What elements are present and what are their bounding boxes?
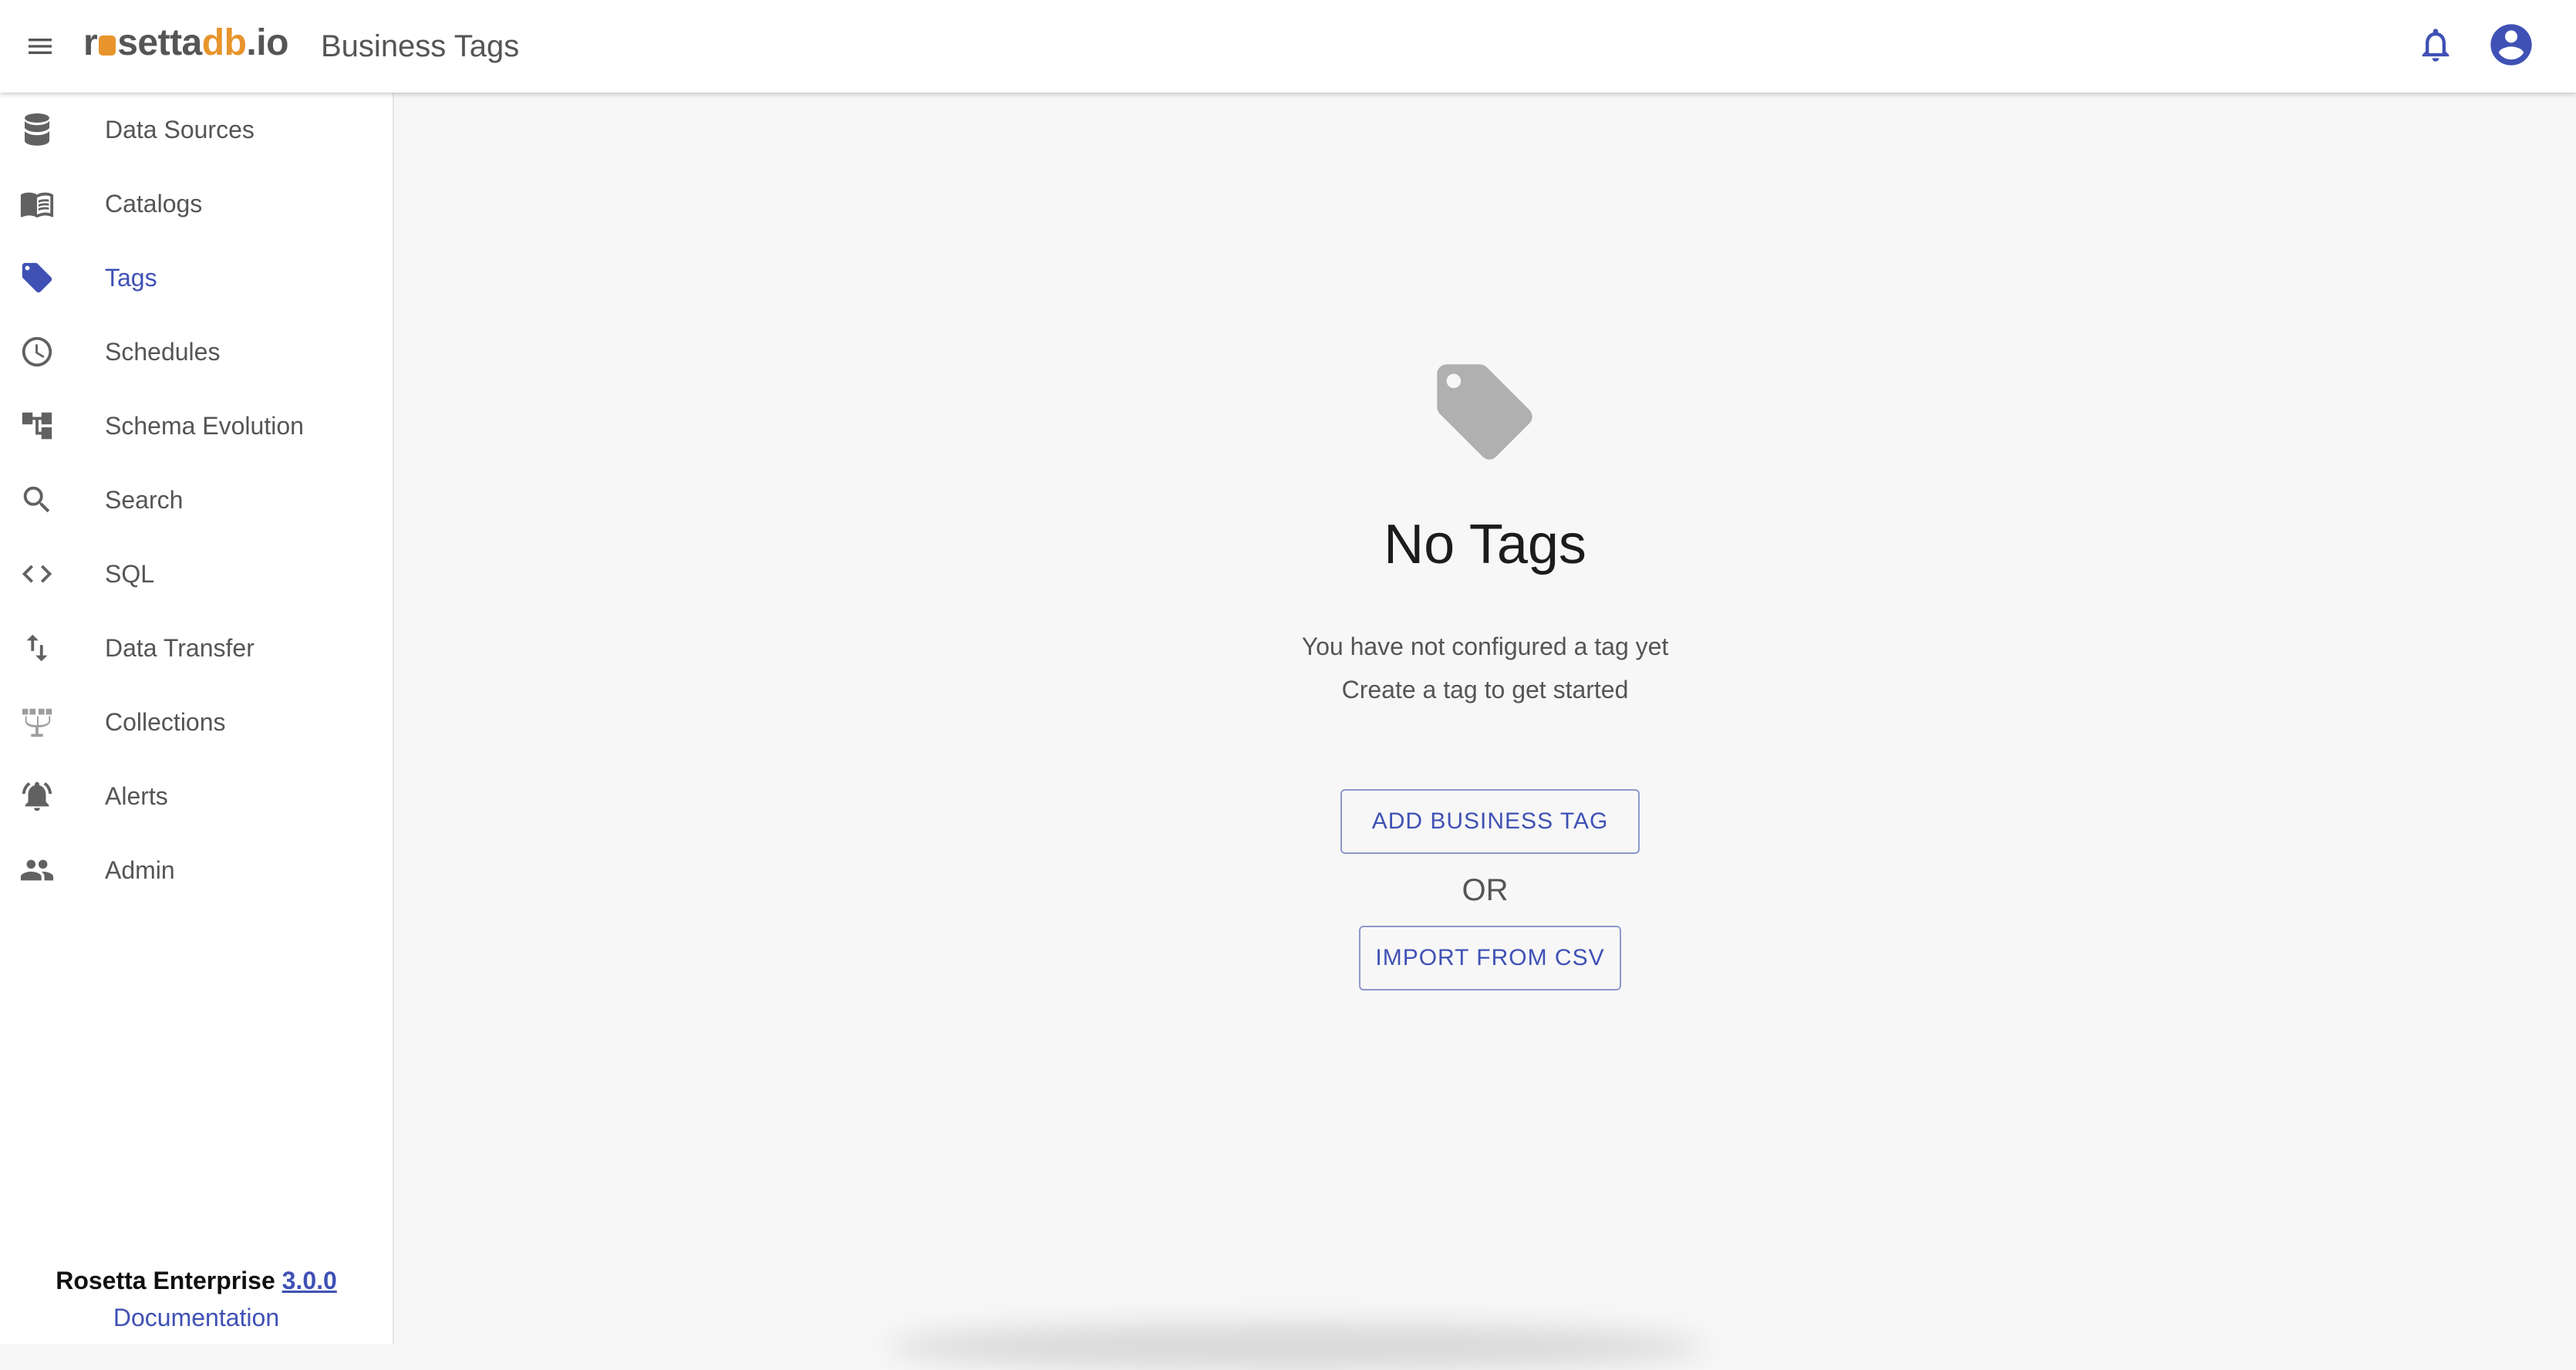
sidebar-item-label: SQL	[105, 560, 155, 588]
sidebar-item-schema-evolution[interactable]: Schema Evolution	[0, 389, 393, 463]
collections-icon	[19, 704, 56, 741]
documentation-link[interactable]: Documentation	[113, 1299, 279, 1336]
sidebar-item-data-sources[interactable]: Data Sources	[0, 93, 393, 167]
tag-icon	[19, 259, 56, 296]
sidebar-item-label: Search	[105, 486, 184, 514]
sidebar-item-collections[interactable]: Collections	[0, 685, 393, 759]
code-icon	[19, 555, 56, 592]
sidebar-item-label: Data Sources	[105, 116, 255, 143]
product-name: Rosetta Enterprise	[56, 1267, 275, 1294]
schema-tree-icon	[19, 407, 56, 444]
sidebar-item-label: Alerts	[105, 782, 168, 810]
empty-tag-icon	[1428, 355, 1542, 469]
main-content: No Tags You have not configured a tag ye…	[394, 93, 2576, 1370]
account-avatar-icon[interactable]	[2483, 17, 2539, 73]
sidebar-item-label: Tags	[105, 264, 157, 292]
people-icon	[19, 852, 56, 889]
add-business-tag-button[interactable]: ADD BUSINESS TAG	[1340, 789, 1640, 854]
top-app-bar: r settadb.io Business Tags	[0, 0, 2576, 93]
menu-icon[interactable]	[19, 25, 62, 68]
search-icon	[19, 481, 56, 518]
page-title: Business Tags	[321, 29, 520, 63]
sidebar-footer: Rosetta Enterprise 3.0.0 Documentation	[0, 1262, 393, 1336]
sidebar-item-label: Data Transfer	[105, 634, 255, 662]
bottom-shadow	[888, 1324, 1705, 1370]
import-from-csv-button[interactable]: IMPORT FROM CSV	[1359, 926, 1621, 990]
rosettadb-logo[interactable]: r settadb.io	[83, 20, 288, 66]
alert-bell-icon	[19, 778, 56, 815]
sidebar-item-label: Catalogs	[105, 190, 203, 218]
empty-state-hint: Create a tag to get started	[1341, 676, 1629, 704]
sidebar: Data Sources Catalogs Tags Schedules Sch…	[0, 93, 394, 1344]
sidebar-item-label: Admin	[105, 856, 175, 884]
clock-icon	[19, 333, 56, 370]
sidebar-item-catalogs[interactable]: Catalogs	[0, 167, 393, 241]
logo-o-mark	[99, 35, 116, 56]
book-icon	[19, 185, 56, 222]
sidebar-item-label: Collections	[105, 708, 226, 736]
sidebar-item-label: Schedules	[105, 338, 221, 366]
sidebar-item-search[interactable]: Search	[0, 463, 393, 537]
empty-state-title: No Tags	[1384, 514, 1586, 575]
or-divider-text: OR	[1462, 873, 1509, 907]
sidebar-item-label: Schema Evolution	[105, 412, 304, 440]
swap-vertical-icon	[19, 629, 56, 666]
sidebar-item-data-transfer[interactable]: Data Transfer	[0, 611, 393, 685]
empty-state-message: You have not configured a tag yet	[1301, 633, 1669, 660]
database-icon	[19, 111, 56, 148]
sidebar-item-tags[interactable]: Tags	[0, 241, 393, 315]
notifications-bell-icon[interactable]	[2412, 22, 2459, 68]
sidebar-item-admin[interactable]: Admin	[0, 833, 393, 907]
sidebar-item-sql[interactable]: SQL	[0, 537, 393, 611]
version-link[interactable]: 3.0.0	[282, 1267, 337, 1294]
sidebar-item-alerts[interactable]: Alerts	[0, 759, 393, 833]
sidebar-item-schedules[interactable]: Schedules	[0, 315, 393, 389]
